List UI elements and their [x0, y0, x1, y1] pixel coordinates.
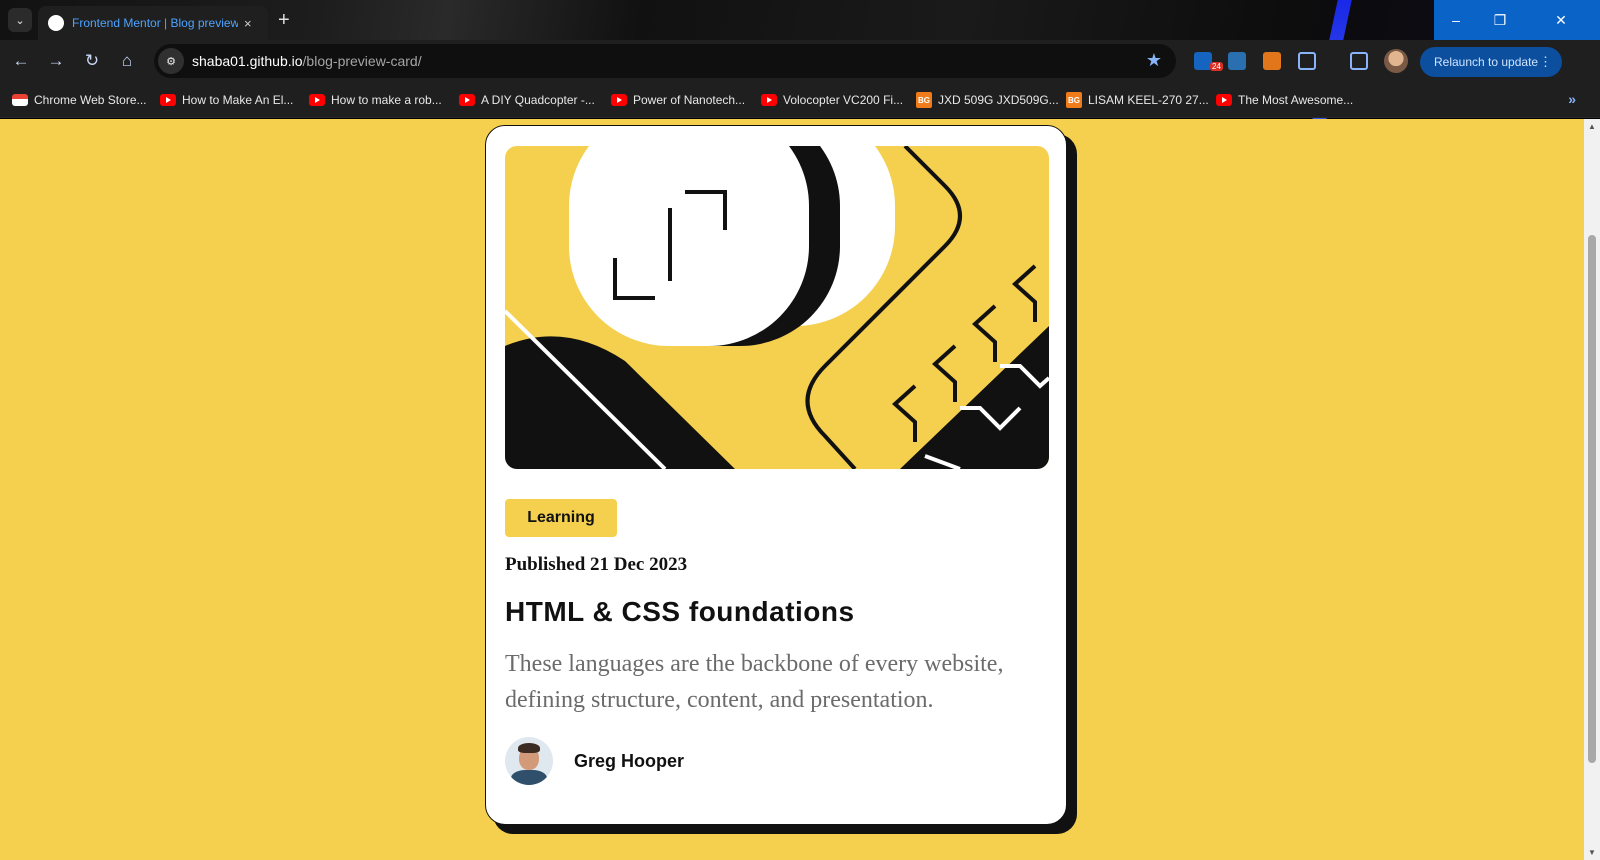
relaunch-label: Relaunch to update [1434, 55, 1539, 69]
tab-search-chevron-icon[interactable]: ⌄ [8, 8, 32, 32]
back-arrow-icon[interactable]: ← [10, 51, 32, 71]
bookmark-label: The Most Awesome... [1238, 93, 1354, 107]
relaunch-button[interactable]: Relaunch to update ⋮ [1420, 47, 1562, 77]
address-bar[interactable]: ⚙ shaba01.github.io /blog-preview-card/ … [154, 44, 1176, 78]
scrollbar-thumb[interactable] [1588, 235, 1596, 763]
bookmark-label: How to make a rob... [331, 93, 442, 107]
youtube-icon [611, 94, 627, 106]
author-avatar [505, 737, 553, 785]
author-block: Greg Hooper [505, 737, 684, 785]
bookmark-label: A DIY Quadcopter -... [481, 93, 595, 107]
bookmark-star-icon[interactable]: ★ [1146, 50, 1162, 71]
chrome-web-store-icon [12, 94, 28, 106]
youtube-icon [459, 94, 475, 106]
bookmarks-bar: Chrome Web Store... How to Make An El...… [0, 82, 1600, 118]
card-title-link[interactable]: HTML & CSS foundations [505, 596, 855, 628]
tab-title: Frontend Mentor | Blog preview card [72, 16, 238, 30]
scroll-up-arrow-icon[interactable]: ▲ [1588, 122, 1596, 131]
youtube-icon [1216, 94, 1232, 106]
youtube-icon [160, 94, 176, 106]
card-description: These languages are the backbone of ever… [505, 651, 1004, 713]
bookmark-item[interactable]: Chrome Web Store... [12, 90, 147, 110]
banggood-icon: BG [1066, 92, 1082, 108]
site-info-icon[interactable]: ⚙ [158, 48, 184, 74]
bookmark-item[interactable]: Power of Nanotech... [611, 90, 745, 110]
bookmark-label: LISAM KEEL-270 27... [1088, 93, 1209, 107]
side-panel-icon[interactable] [1350, 52, 1368, 70]
minimize-button[interactable]: – [1434, 0, 1478, 40]
url-path: /blog-preview-card/ [302, 53, 422, 69]
bookmark-label: JXD 509G JXD509G... [938, 93, 1059, 107]
url-host: shaba01.github.io [192, 53, 303, 69]
bookmark-item[interactable]: A DIY Quadcopter -... [459, 90, 595, 110]
metamask-fox-icon[interactable] [1263, 52, 1281, 70]
browser-toolbar: ← → ↻ ⌂ ⚙ shaba01.github.io /blog-previe… [0, 40, 1600, 82]
new-tab-button[interactable]: + [278, 8, 290, 32]
illustration-svg [505, 146, 1049, 469]
bookmark-item[interactable]: The Most Awesome... [1216, 90, 1353, 110]
bookmark-label: Volocopter VC200 Fi... [783, 93, 904, 107]
bookmark-label: Chrome Web Store... [34, 93, 147, 107]
more-bookmarks-chevron-icon[interactable]: » [1568, 91, 1576, 107]
close-window-button[interactable]: ✕ [1522, 0, 1600, 40]
card-illustration [505, 146, 1049, 469]
restore-button[interactable]: ❐ [1478, 0, 1522, 40]
profile-avatar[interactable] [1384, 49, 1408, 73]
bookmark-label: Power of Nanotech... [633, 93, 746, 107]
scroll-down-arrow-icon[interactable]: ▼ [1588, 848, 1596, 857]
page-viewport: Learning Published 21 Dec 2023 HTML & CS… [0, 119, 1584, 860]
youtube-icon [309, 94, 325, 106]
bookmark-item[interactable]: How to make a rob... [309, 90, 442, 110]
extension-translate-icon[interactable] [1228, 52, 1246, 70]
page-scrollbar[interactable]: ▲ ▼ [1584, 119, 1600, 860]
category-tag: Learning [505, 499, 617, 537]
bookmark-item[interactable]: Volocopter VC200 Fi... [761, 90, 903, 110]
forward-arrow-icon[interactable]: → [45, 51, 67, 71]
bookmark-item[interactable]: BG LISAM KEEL-270 27... [1066, 90, 1209, 110]
youtube-icon [761, 94, 777, 106]
bookmark-item[interactable]: How to Make An El... [160, 90, 293, 110]
tab-close-icon[interactable]: × [244, 16, 252, 31]
reload-icon[interactable]: ↻ [81, 51, 103, 71]
home-icon[interactable]: ⌂ [116, 51, 138, 71]
extension-badge: 24 [1210, 62, 1223, 71]
bookmark-item[interactable]: BG JXD 509G JXD509G... [916, 90, 1059, 110]
tab-favicon-icon [48, 15, 64, 31]
author-name: Greg Hooper [574, 750, 685, 771]
browser-tab[interactable]: Frontend Mentor | Blog preview card × [38, 6, 268, 40]
extensions-puzzle-icon[interactable] [1298, 52, 1316, 70]
banggood-icon: BG [916, 92, 932, 108]
browser-titlebar: ⌄ Frontend Mentor | Blog preview card × … [0, 0, 1600, 120]
published-date: Published 21 Dec 2023 [505, 554, 688, 575]
bookmark-label: How to Make An El... [182, 93, 294, 107]
blog-preview-card: Learning Published 21 Dec 2023 HTML & CS… [485, 125, 1067, 825]
more-menu-icon[interactable]: ⋮ [1539, 54, 1552, 70]
